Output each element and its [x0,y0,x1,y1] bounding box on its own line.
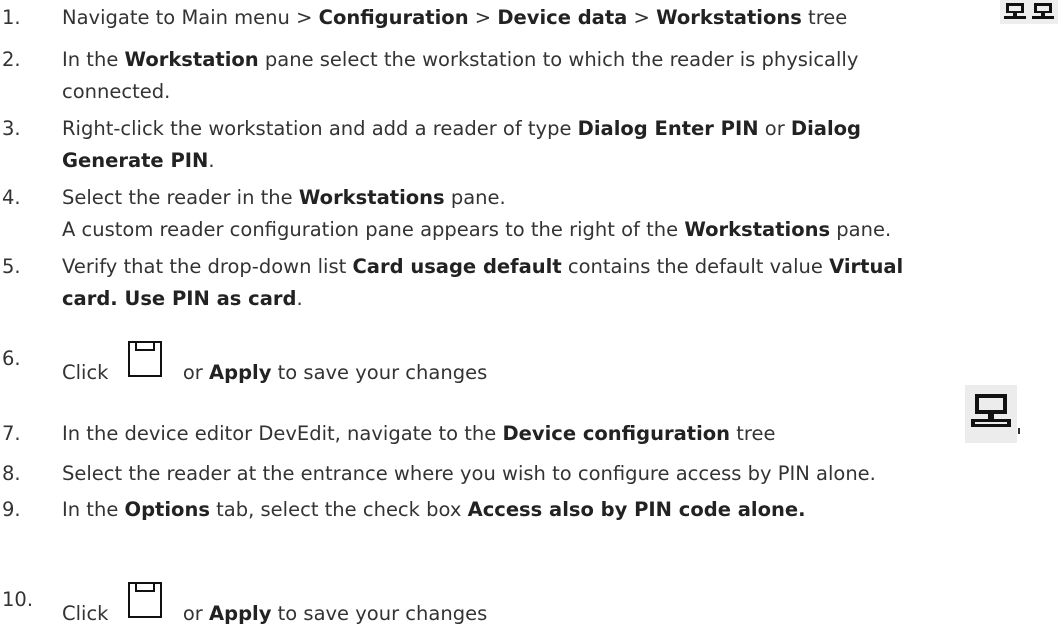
bold-term: Workstations [656,6,802,29]
bold-term: Dialog [790,117,861,140]
text-line: A custom reader configuration pane appea… [62,214,1050,246]
step-text: Click or Apply to save your changes [62,339,1050,393]
bold-term: Dialog Enter PIN [577,117,759,140]
bold-term: Workstation [124,48,259,71]
bold-term: Card usage default [352,255,562,278]
text-segment: In the [62,48,125,71]
step-text: Select the reader at the entrance where … [62,458,1050,490]
step-text: Select the reader in the Workstations pa… [62,182,1050,246]
save-icon[interactable] [125,339,165,379]
text-segment: contains the default value [561,255,830,278]
step-text: In the device editor DevEdit, navigate t… [62,418,1050,450]
step-text: Navigate to Main menu > Configuration > … [62,2,1050,34]
text-line: Generate PIN. [62,145,1050,177]
text-segment: > [468,6,498,29]
bold-term: Configuration [318,6,469,29]
step-text: In the Options tab, select the check box… [62,494,1050,526]
bold-term: Device data [497,6,628,29]
bold-term: card. Use PIN as card [62,287,297,310]
step-text: Verify that the drop-down list Card usag… [62,251,1050,315]
text-segment: tab, select the check box [209,498,468,521]
text-segment: or [176,602,210,625]
bold-term: Device configuration [502,422,731,445]
text-segment: In the device editor DevEdit, navigate t… [62,422,503,445]
device-configuration-icon [965,385,1020,443]
bold-term: Workstations [684,218,831,241]
text-segment: pane. [444,186,506,209]
bold-term: Access also by PIN code alone. [467,498,806,521]
text-segment: to save your changes [271,361,488,384]
text-segment: tree [801,6,848,29]
text-segment: . [296,287,303,310]
step-text: Click or Apply to save your changes [62,580,1050,634]
text-segment: or [176,361,210,384]
text-segment: Click [62,361,115,384]
step-number: 1. [2,6,21,29]
step-text: Right-click the workstation and add a re… [62,113,1050,177]
step-number: 9. [2,498,21,521]
save-icon[interactable] [125,580,165,620]
apply-label: Apply [209,361,272,384]
text-segment: Click [62,602,115,625]
step-number: 4. [2,186,21,209]
text-segment: or [758,117,791,140]
text-segment: Select the reader in the [62,186,299,209]
bold-term: Options [124,498,210,521]
step-number: 7. [2,422,21,445]
text-segment: to save your changes [271,602,488,625]
text-segment: Select the reader at the entrance where … [62,462,876,485]
step-number: 2. [2,48,21,71]
workstations-tree-icon [1000,0,1058,24]
text-segment: tree [730,422,776,445]
text-segment: connected. [62,80,171,103]
text-segment: Verify that the drop-down list [62,255,353,278]
step-number: 5. [2,255,21,278]
bold-term: Generate PIN [62,149,209,172]
step-number: 10. [2,588,34,611]
step-text: In the Workstation pane select the works… [62,44,1050,108]
bold-term: Workstations [298,186,445,209]
text-segment: Navigate to Main menu > [62,6,319,29]
text-line: card. Use PIN as card. [62,283,1050,315]
text-segment: Right-click the workstation and add a re… [62,117,578,140]
text-segment: pane select the workstation to which the… [258,48,859,71]
apply-label: Apply [209,602,272,625]
text-segment: In the [62,498,125,521]
step-number: 8. [2,462,21,485]
step-number: 6. [2,347,21,370]
text-segment: > [627,6,657,29]
bold-term: Virtual [829,255,904,278]
text-segment: . [208,149,215,172]
text-segment: pane. [830,218,892,241]
text-segment: A custom reader configuration pane appea… [62,218,685,241]
step-number: 3. [2,117,21,140]
